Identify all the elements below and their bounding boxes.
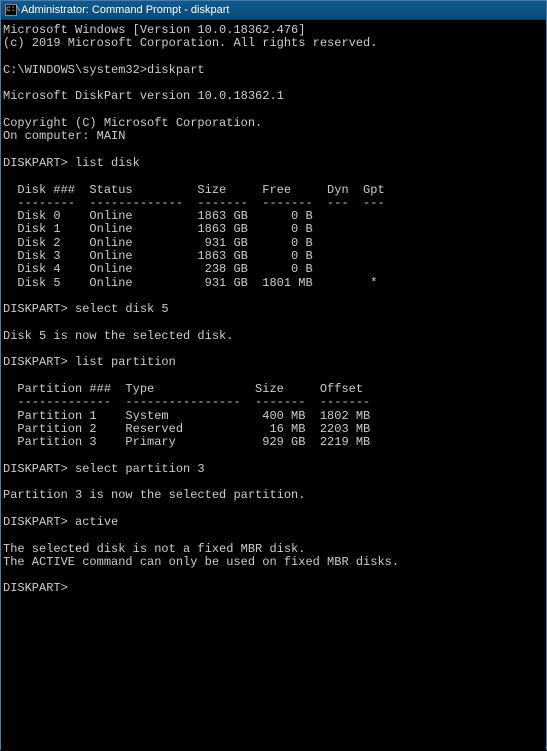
disk-table-row: Disk 0 Online 1863 GB 0 B [3, 209, 313, 223]
partition-table-divider: ------------- ---------------- ------- -… [3, 395, 370, 409]
disk-table-row: Disk 5 Online 931 GB 1801 MB * [3, 276, 377, 290]
terminal-output[interactable]: Microsoft Windows [Version 10.0.18362.47… [1, 20, 546, 751]
disk-table-row: Disk 2 Online 931 GB 0 B [3, 236, 313, 250]
partition-table-row: Partition 1 System 400 MB 1802 MB [3, 409, 370, 423]
terminal-line: The ACTIVE command can only be used on f… [3, 555, 399, 569]
terminal-line: DISKPART> select partition 3 [3, 462, 205, 476]
partition-table-row: Partition 3 Primary 929 GB 2219 MB [3, 435, 370, 449]
window-title: Administrator: Command Prompt - diskpart [21, 4, 229, 16]
terminal-line: Copyright (C) Microsoft Corporation. [3, 116, 262, 130]
terminal-prompt[interactable]: DISKPART> [3, 581, 68, 595]
terminal-line: (c) 2019 Microsoft Corporation. All righ… [3, 36, 377, 50]
terminal-line: The selected disk is not a fixed MBR dis… [3, 542, 305, 556]
disk-table-row: Disk 3 Online 1863 GB 0 B [3, 249, 313, 263]
disk-table-row: Disk 1 Online 1863 GB 0 B [3, 222, 313, 236]
cmd-icon: c:\ [5, 4, 17, 16]
terminal-line: DISKPART> list partition [3, 355, 176, 369]
terminal-line: On computer: MAIN [3, 129, 125, 143]
window-titlebar[interactable]: c:\ Administrator: Command Prompt - disk… [1, 1, 546, 20]
terminal-line: Microsoft DiskPart version 10.0.18362.1 [3, 89, 284, 103]
terminal-line: DISKPART> active [3, 515, 118, 529]
terminal-line: DISKPART> select disk 5 [3, 302, 169, 316]
terminal-line: Disk 5 is now the selected disk. [3, 329, 233, 343]
disk-table-row: Disk 4 Online 238 GB 0 B [3, 262, 313, 276]
terminal-line: C:\WINDOWS\system32>diskpart [3, 63, 205, 77]
terminal-line: Partition 3 is now the selected partitio… [3, 488, 305, 502]
terminal-line: DISKPART> list disk [3, 156, 140, 170]
terminal-line: Microsoft Windows [Version 10.0.18362.47… [3, 23, 305, 37]
partition-table-header: Partition ### Type Size Offset [3, 382, 363, 396]
disk-table-divider: -------- ------------- ------- ------- -… [3, 196, 385, 210]
partition-table-row: Partition 2 Reserved 16 MB 2203 MB [3, 422, 370, 436]
disk-table-header: Disk ### Status Size Free Dyn Gpt [3, 183, 385, 197]
